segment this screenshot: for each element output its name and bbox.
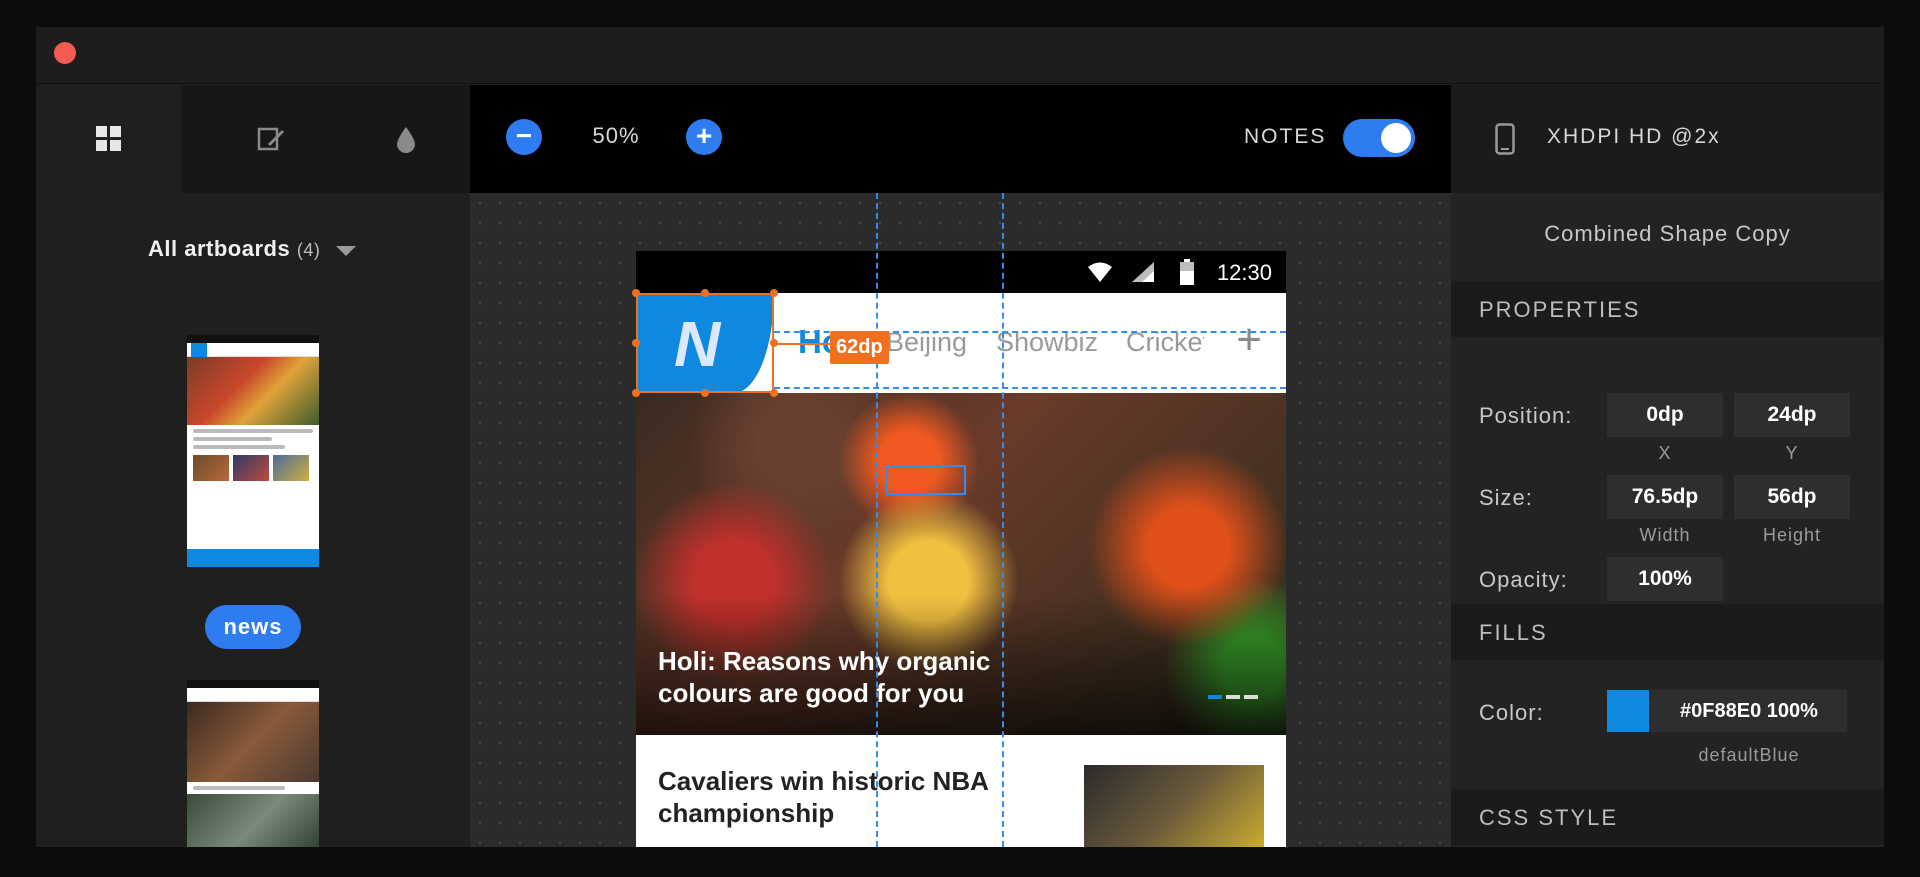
color-swatch[interactable] [1607,690,1649,732]
resize-handle[interactable] [632,389,640,397]
carousel-dot [1244,695,1258,699]
artboards-title: All artboards [148,236,291,261]
status-time: 12:30 [1216,260,1272,285]
add-tab-icon[interactable]: + [1236,315,1262,365]
css-style-title: CSS STYLE [1479,805,1619,830]
resize-handle[interactable] [632,289,640,297]
notes-label: NOTES [1244,125,1327,148]
guide-line-vertical [1002,193,1004,847]
battery-icon [1180,259,1194,285]
zoom-level: 50% [592,123,640,148]
properties-header: PROPERTIES [1451,281,1884,337]
toggle-knob [1381,123,1411,153]
artboard-label-news[interactable]: news [205,605,301,649]
article-item[interactable]: Cavaliers win historic NBA championship [636,735,1286,847]
title-bar [36,27,1884,84]
zoom-in-button[interactable]: + [686,119,722,155]
inspector-panel: Combined Shape Copy PROPERTIES Position:… [1451,193,1884,847]
selection-box[interactable] [636,293,774,393]
position-label: Position: [1479,403,1573,428]
layer-name: Combined Shape Copy [1544,221,1791,246]
width-label: Width [1639,525,1691,545]
height-value[interactable]: 56dp [1734,475,1850,519]
signal-icon [1132,262,1154,282]
size-label: Size: [1479,485,1533,510]
thumb-bottom-nav [187,549,319,567]
close-window-button[interactable] [54,42,76,64]
carousel-indicator [1208,695,1258,699]
carousel-dot [1226,695,1240,699]
hover-highlight [886,465,966,495]
thumb-logo [191,342,207,357]
wifi-icon [1088,262,1112,282]
phone-icon [1495,123,1515,155]
device-label: XHDPI HD @2x [1547,125,1721,148]
thumb-image [233,455,269,481]
zoom-out-button[interactable]: − [506,119,542,155]
resize-handle[interactable] [701,289,709,297]
design-canvas[interactable]: 12:30 N Hot Beijing Showbiz Cricket + Ho… [470,193,1451,847]
artboard-thumbnail-news[interactable] [187,335,319,567]
thumb-hero-image [187,357,319,425]
resize-handle[interactable] [770,289,778,297]
position-y-value[interactable]: 24dp [1734,393,1850,437]
thumb-tabs [187,342,319,357]
width-value[interactable]: 76.5dp [1607,475,1723,519]
position-x-value[interactable]: 0dp [1607,393,1723,437]
resize-handle[interactable] [701,389,709,397]
droplet-icon [397,127,415,153]
thumb-hero-image [187,702,319,782]
resize-handle[interactable] [770,389,778,397]
color-label: Color: [1479,700,1544,725]
thumb-image [187,794,319,847]
thumb-image [193,455,229,481]
grid-icon [95,126,121,151]
hero-title: Holi: Reasons why organic colours are go… [658,646,991,708]
x-label: X [1658,443,1672,463]
fills-header: FILLS [1451,604,1884,660]
article-title: Cavaliers win historic NBA championship [658,766,988,828]
article-thumbnail [1084,765,1264,847]
carousel-dot [1208,695,1222,699]
guide-line-horizontal [774,387,1286,389]
edit-tab[interactable] [221,85,321,193]
color-tab[interactable] [341,85,471,193]
guide-line-vertical [876,193,878,847]
height-label: Height [1762,525,1822,545]
thumb-status-bar [187,680,319,688]
app-window: − 50% + NOTES XHDPI HD @2x All artboards… [36,27,1884,847]
thumb-image [273,455,309,481]
notes-toggle[interactable] [1343,119,1415,157]
status-bar: 12:30 [636,251,1286,293]
properties-title: PROPERTIES [1479,297,1641,322]
css-style-header[interactable]: CSS STYLE [1451,789,1884,845]
color-value[interactable]: #0F88E0 100% [1651,690,1847,732]
toolbar: − 50% + NOTES XHDPI HD @2x [36,85,1884,193]
fills-title: FILLS [1479,620,1548,645]
pen-edit-icon [257,127,284,151]
thumb-tabs [187,688,319,702]
thumb-image-row [193,455,313,481]
resize-handle[interactable] [632,339,640,347]
thumb-text-line [193,445,286,449]
artboards-dropdown[interactable]: All artboards (4) [148,236,320,262]
thumb-text-line [193,786,286,790]
y-label: Y [1785,443,1799,463]
hero-image[interactable]: Holi: Reasons why organic colours are go… [636,393,1286,735]
opacity-value[interactable]: 100% [1607,557,1723,601]
measurement-badge: 62dp [830,331,889,364]
artboards-count: (4) [296,240,321,260]
opacity-label: Opacity: [1479,567,1568,592]
thumb-text-line [193,429,313,433]
artboards-sidebar: All artboards (4) news [36,193,470,847]
artboard-thumbnail-movie[interactable] [187,680,319,847]
color-name: defaultBlue [1698,745,1800,765]
device-selector[interactable]: XHDPI HD @2x [1451,85,1884,193]
caret-down-icon[interactable] [336,246,356,256]
thumb-text-line [193,437,273,441]
artboards-tab[interactable] [36,85,181,193]
